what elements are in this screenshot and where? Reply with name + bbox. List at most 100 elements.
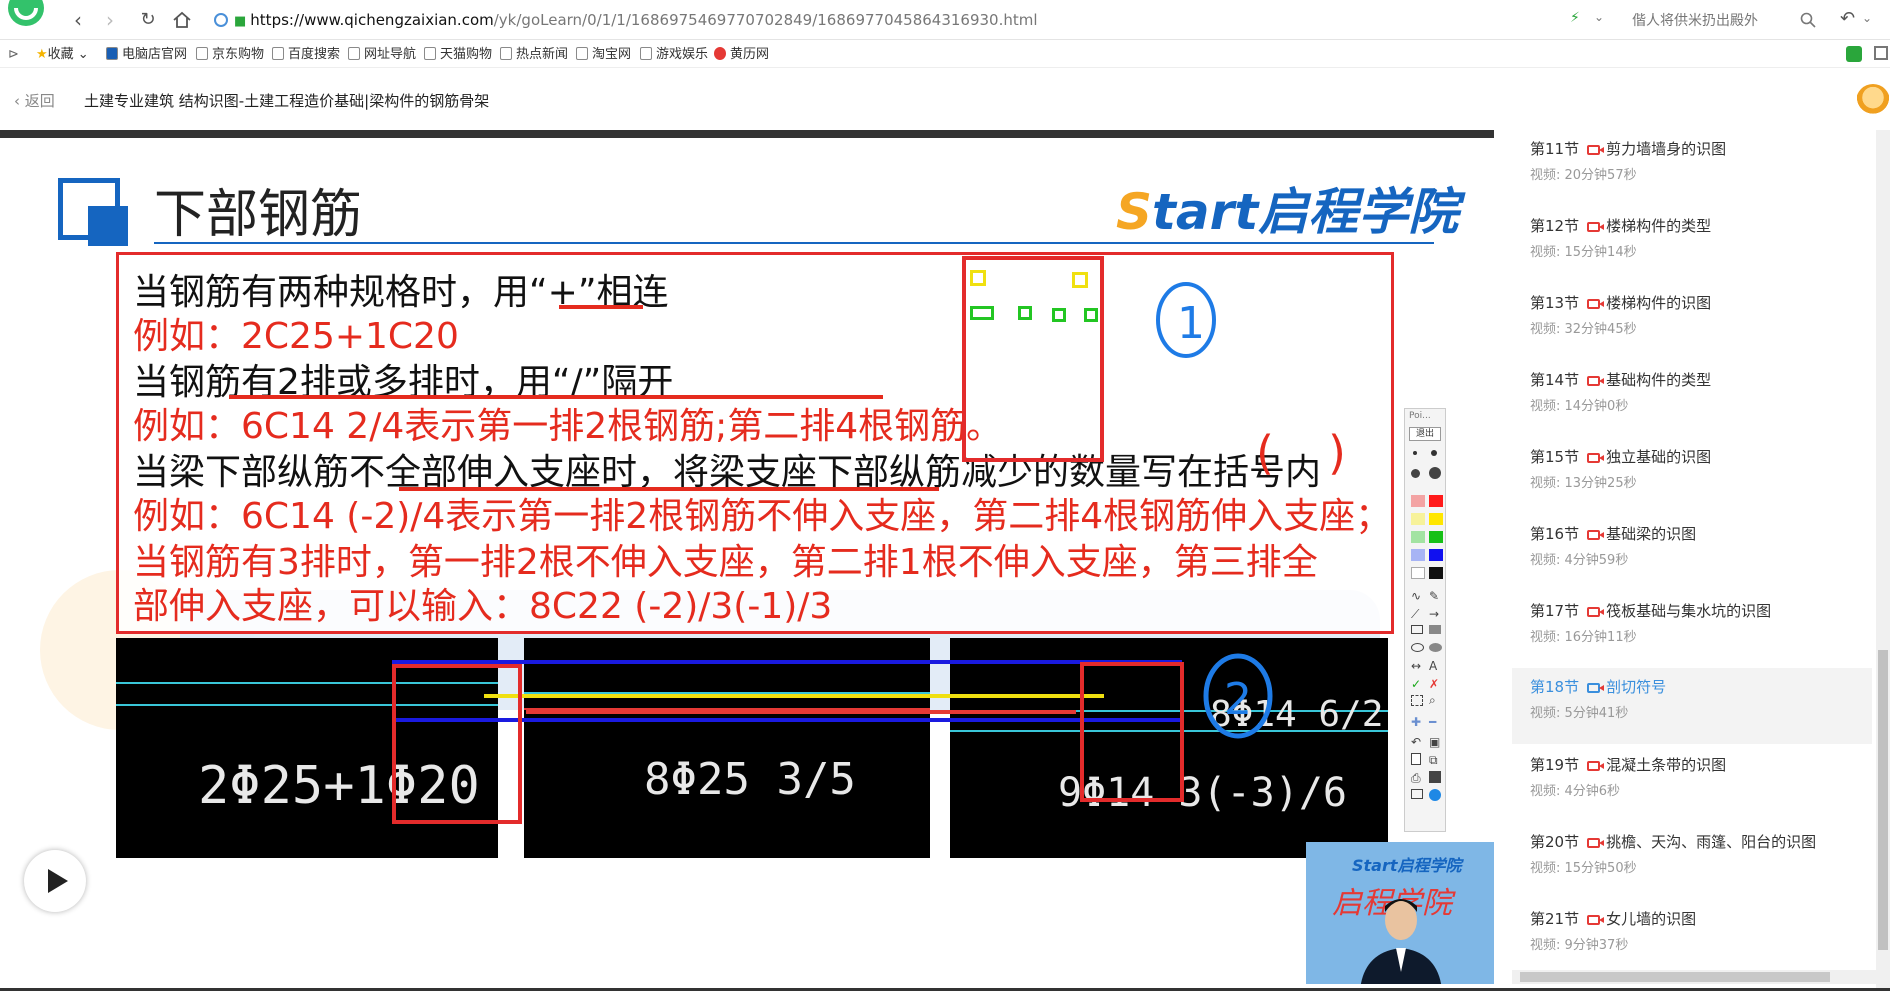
video-icon (1587, 145, 1605, 155)
back-link[interactable]: ‹ 返回 (14, 90, 55, 111)
lightning-icon[interactable]: ⚡ (1570, 10, 1580, 26)
chevron-left-icon: ‹ (14, 92, 25, 110)
text-icon[interactable]: A (1429, 659, 1437, 673)
slide-line: 例如：6C14 2/4表示第一排2根钢筋;第二排4根钢筋。 (133, 406, 1003, 447)
horizontal-scrollbar[interactable] (1512, 970, 1876, 984)
dot-medium-icon[interactable] (1431, 450, 1437, 456)
dot-small-icon[interactable] (1413, 451, 1417, 455)
rectangle-icon[interactable] (1411, 625, 1423, 634)
filled-rectangle-icon[interactable] (1429, 625, 1441, 634)
brand-logo: Start启程学院 (1116, 183, 1459, 241)
arrow-icon[interactable]: → (1429, 607, 1439, 621)
zoom-icon[interactable]: ⌕ (1429, 693, 1436, 708)
line-icon[interactable]: ⟋ (1411, 607, 1419, 622)
save-icon[interactable] (1429, 771, 1441, 783)
color-swatch[interactable] (1429, 549, 1443, 561)
bookmark-item[interactable]: 电脑店官网 (106, 46, 187, 64)
address-bar[interactable]: ■ https://www.qichengzaixian.com/yk/goLea… (214, 8, 1594, 32)
slide-line: 例如：6C14 (-2)/4表示第一排2根钢筋不伸入支座，第二排4根钢筋伸入支座… (133, 496, 1392, 537)
color-swatch[interactable] (1411, 531, 1425, 543)
freehand-icon[interactable]: ∿ (1411, 589, 1421, 603)
video-player[interactable]: 下部钢筋 Start启程学院 当钢筋有两种规格时，用“+”相连 例如：2C25+… (0, 130, 1494, 988)
dot-large-icon[interactable] (1411, 469, 1420, 478)
lesson-item[interactable]: 第13节 楼梯构件的识图 视频: 32分钟45秒 (1512, 284, 1872, 360)
copy-icon[interactable]: ⧉ (1429, 753, 1438, 768)
color-swatch[interactable] (1429, 531, 1443, 543)
grid-icon[interactable] (1874, 46, 1888, 60)
scrollbar-thumb[interactable] (1520, 972, 1830, 982)
color-swatch[interactable] (1411, 567, 1425, 579)
color-swatch[interactable] (1411, 495, 1425, 507)
lesson-item[interactable]: 第15节 独立基础的识图 视频: 13分钟25秒 (1512, 438, 1872, 514)
dot-xlarge-icon[interactable] (1429, 467, 1441, 479)
bookmark-item[interactable]: 淘宝网 (576, 46, 631, 64)
reload-icon[interactable]: ↻ (136, 9, 160, 31)
forward-icon[interactable]: › (98, 9, 122, 31)
minus-icon[interactable]: ━ (1429, 715, 1436, 729)
bookmarks-bar: ⊳ ★收藏 ⌄ 电脑店官网 京东购物 百度搜索 网址导航 天猫购物 热点新闻 淘… (0, 40, 1890, 68)
lesson-item[interactable]: 第14节 基础构件的类型 视频: 14分钟0秒 (1512, 361, 1872, 437)
bookmark-item[interactable]: 天猫购物 (424, 46, 492, 64)
lesson-item[interactable]: 第19节 混凝土条带的识图 视频: 4分钟6秒 (1512, 746, 1872, 822)
undo-icon[interactable]: ↶ (1840, 8, 1855, 29)
teacher-figure (1360, 899, 1442, 984)
lesson-item[interactable]: 第16节 基础梁的识图 视频: 4分钟59秒 (1512, 515, 1872, 591)
color-swatch[interactable] (1411, 513, 1425, 525)
move-icon[interactable]: ↔ (1411, 659, 1421, 673)
bookmark-item[interactable]: 网址导航 (348, 46, 416, 64)
add-icon[interactable]: ✚ (1411, 715, 1421, 729)
undo-icon[interactable]: ↶ (1411, 735, 1421, 749)
lesson-item[interactable]: 第11节 剪力墙墙身的识图 视频: 20分钟57秒 (1512, 130, 1872, 206)
home-icon[interactable] (172, 11, 192, 29)
chevron-down-icon[interactable]: ⌄ (1862, 11, 1872, 25)
ellipse-icon[interactable] (1411, 643, 1424, 652)
back-icon[interactable]: ‹ (66, 9, 90, 31)
svg-text:1: 1 (1177, 298, 1205, 349)
play-button[interactable] (24, 850, 86, 912)
color-swatch[interactable] (1429, 513, 1443, 525)
webcam-brand: Start启程学院 (1352, 856, 1462, 875)
sidebar-toggle-icon[interactable]: ⊳ (8, 46, 19, 64)
lesson-item[interactable]: 第21节 女儿墙的识图 视频: 9分钟37秒 (1512, 900, 1872, 976)
search-icon[interactable] (1800, 12, 1816, 28)
course-header: ‹ 返回 土建专业建筑 结构识图-土建工程造价基础|梁构件的钢筋骨架 (0, 68, 1890, 130)
pencil-icon[interactable]: ✎ (1429, 589, 1439, 603)
bookmark-item[interactable]: 百度搜索 (272, 46, 340, 64)
color-swatch[interactable] (1429, 495, 1443, 507)
lesson-item[interactable]: 第20节 挑檐、天沟、雨篷、阳台的识图 视频: 15分钟50秒 (1512, 823, 1872, 899)
cross-icon[interactable]: ✗ (1429, 677, 1439, 691)
trash-icon[interactable]: ▣ (1429, 735, 1440, 749)
avatar[interactable] (1856, 84, 1890, 118)
color-swatch[interactable] (1429, 567, 1443, 579)
lesson-item-active[interactable]: 第18节 剖切符号 视频: 5分钟41秒 (1512, 668, 1872, 744)
bookmark-item[interactable]: 热点新闻 (500, 46, 568, 64)
lesson-item[interactable]: 第17节 筏板基础与集水坑的识图 视频: 16分钟11秒 (1512, 592, 1872, 668)
video-icon (1587, 915, 1605, 925)
lesson-item[interactable]: 第12节 楼梯构件的类型 视频: 15分钟14秒 (1512, 207, 1872, 283)
bookmark-page-icon (196, 47, 208, 60)
search-suggestion[interactable]: 偕人将供米扔出殿外 (1632, 10, 1758, 30)
star-icon: ★ (36, 47, 48, 62)
slide-line: 例如：2C25+1C20 (133, 316, 459, 357)
exit-button[interactable]: 退出 (1409, 427, 1441, 441)
video-icon (1587, 222, 1605, 232)
screen-icon[interactable] (1411, 789, 1423, 799)
info-icon[interactable] (1429, 789, 1441, 801)
extension-icon[interactable] (1846, 46, 1862, 62)
annotation-circle-2: 2 (1203, 653, 1273, 739)
bookmark-item[interactable]: 黄历网 (714, 46, 769, 64)
bookmark-item[interactable]: 京东购物 (196, 46, 264, 64)
bookmark-favorites[interactable]: ★收藏 ⌄ (36, 46, 89, 64)
course-title: 土建专业建筑 结构识图-土建工程造价基础|梁构件的钢筋骨架 (84, 92, 490, 110)
filled-ellipse-icon[interactable] (1429, 643, 1442, 652)
select-icon[interactable] (1411, 695, 1423, 706)
print-icon[interactable]: ⎙ (1411, 771, 1421, 786)
new-page-icon[interactable] (1411, 753, 1421, 765)
slide-title: 下部钢筋 (154, 185, 363, 245)
chevron-down-icon[interactable]: ⌄ (1594, 10, 1604, 24)
check-icon[interactable]: ✓ (1411, 677, 1421, 691)
bookmark-item[interactable]: 游戏娱乐 (640, 46, 708, 64)
vertical-scrollbar[interactable] (1876, 130, 1890, 988)
color-swatch[interactable] (1411, 549, 1425, 561)
scrollbar-thumb[interactable] (1878, 650, 1888, 950)
